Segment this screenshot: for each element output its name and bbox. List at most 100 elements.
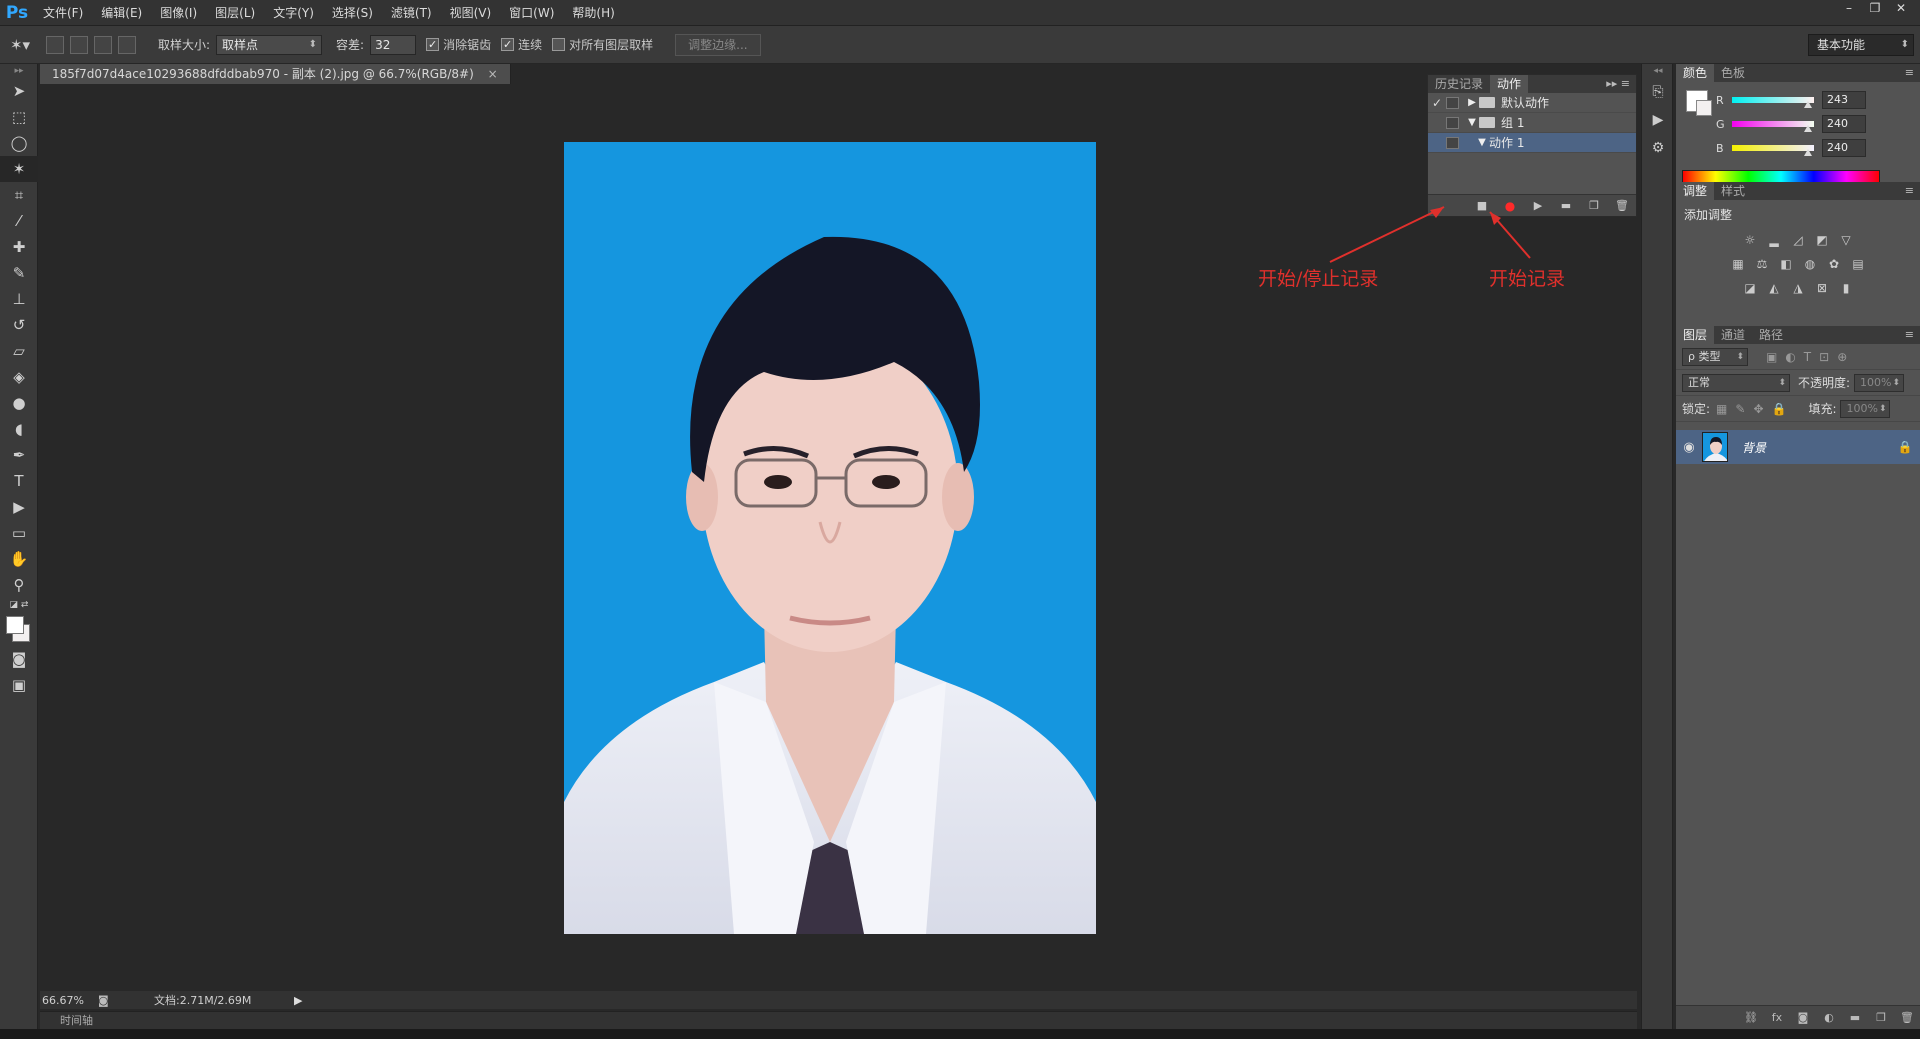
photo-filter-icon[interactable]: ◍ <box>1802 257 1818 271</box>
timeline-bar[interactable]: 时间轴 <box>40 1011 1637 1029</box>
refine-edge-button[interactable]: 调整边缘... <box>675 33 761 56</box>
menu-type[interactable]: 文字(Y) <box>264 4 323 21</box>
gradient-map-icon[interactable]: ▮ <box>1838 281 1854 295</box>
dialog-toggle[interactable] <box>1446 96 1459 109</box>
color-swatches[interactable] <box>0 612 38 646</box>
visibility-eye-icon[interactable]: ◉ <box>1676 440 1702 455</box>
selective-color-icon[interactable]: ⊠ <box>1814 281 1830 295</box>
channel-mixer-icon[interactable]: ✿ <box>1826 257 1842 271</box>
sample-size-select[interactable]: 取样点 <box>216 34 323 55</box>
record-button[interactable]: ● <box>1496 199 1524 213</box>
green-slider[interactable] <box>1732 121 1814 132</box>
tab-swatches[interactable]: 色板 <box>1714 64 1752 82</box>
menu-image[interactable]: 图像(I) <box>151 4 206 21</box>
threshold-icon[interactable]: ◮ <box>1790 281 1806 295</box>
pen-tool-icon[interactable]: ✒ <box>0 442 38 468</box>
tab-paths[interactable]: 路径 <box>1752 326 1790 344</box>
panel-menu-icon[interactable]: ≡ <box>1905 182 1914 200</box>
eyedropper-tool-icon[interactable]: ⁄ <box>0 208 38 234</box>
invert-icon[interactable]: ◪ <box>1742 281 1758 295</box>
collapse-triangle-icon[interactable]: ▼ <box>1475 137 1489 148</box>
blue-value[interactable]: 240 <box>1822 139 1866 157</box>
link-layers-icon[interactable]: ⛓ <box>1738 1011 1764 1024</box>
fill-input[interactable]: 100% <box>1840 399 1891 418</box>
brush-tool-icon[interactable]: ✎ <box>0 260 38 286</box>
layer-filter-select[interactable]: ρ 类型 <box>1682 347 1748 366</box>
zoom-level[interactable]: 66.67% <box>42 994 98 1007</box>
vibrance-icon[interactable]: ▽ <box>1838 233 1854 247</box>
dialog-toggle[interactable] <box>1446 116 1459 129</box>
new-group-icon[interactable]: ▬ <box>1842 1011 1868 1024</box>
history-brush-tool-icon[interactable]: ↺ <box>0 312 38 338</box>
layer-row-background[interactable]: ◉ 背景 🔒 <box>1676 430 1920 464</box>
exposure-icon[interactable]: ◩ <box>1814 233 1830 247</box>
foreground-color-swatch[interactable] <box>6 616 24 634</box>
minimize-button[interactable]: – <box>1836 0 1862 16</box>
red-slider[interactable] <box>1732 97 1814 108</box>
tab-layers[interactable]: 图层 <box>1676 326 1715 344</box>
collapse-grip[interactable]: ◂◂ <box>1642 64 1674 78</box>
status-menu-arrow-icon[interactable]: ▶ <box>294 994 302 1007</box>
crop-tool-icon[interactable]: ⌗ <box>0 182 38 208</box>
intersect-selection-icon[interactable] <box>118 35 136 54</box>
brightness-icon[interactable]: ☼ <box>1742 233 1758 247</box>
healing-brush-tool-icon[interactable]: ✚ <box>0 234 38 260</box>
delete-icon[interactable]: 🗑 <box>1608 199 1636 212</box>
tab-styles[interactable]: 样式 <box>1714 182 1752 200</box>
menu-edit[interactable]: 编辑(E) <box>92 4 151 21</box>
adjustment-layer-icon[interactable]: ◐ <box>1816 1011 1842 1024</box>
restore-button[interactable]: ❐ <box>1862 0 1888 16</box>
menu-view[interactable]: 视图(V) <box>441 4 501 21</box>
screen-mode-icon[interactable]: ▣ <box>0 672 38 698</box>
magic-wand-preset-icon[interactable]: ✶▾ <box>0 36 40 54</box>
status-info-icon[interactable]: ◙ <box>98 994 114 1007</box>
tab-actions[interactable]: 动作 <box>1490 75 1529 93</box>
path-selection-tool-icon[interactable]: ▶ <box>0 494 38 520</box>
type-tool-icon[interactable]: T <box>0 468 38 494</box>
eraser-tool-icon[interactable]: ▱ <box>0 338 38 364</box>
antialias-option[interactable]: ✓ 消除锯齿 <box>426 36 491 53</box>
subtract-selection-icon[interactable] <box>94 35 112 54</box>
panel-menu-icon[interactable]: ▸▸ ≡ <box>1606 75 1630 93</box>
panel-menu-icon[interactable]: ≡ <box>1905 326 1914 344</box>
collapse-triangle-icon[interactable]: ▼ <box>1465 117 1479 128</box>
blue-slider[interactable] <box>1732 145 1814 156</box>
antialias-checkbox[interactable]: ✓ <box>426 38 440 51</box>
swap-colors-icon[interactable]: ◪ ⇄ <box>0 598 38 612</box>
quick-mask-icon[interactable]: ◙ <box>0 646 38 672</box>
hue-saturation-icon[interactable]: ▦ <box>1730 257 1746 271</box>
clone-stamp-tool-icon[interactable]: ⊥ <box>0 286 38 312</box>
opacity-input[interactable]: 100% <box>1854 373 1905 392</box>
lock-options-icons[interactable]: ▦✎✥🔒 <box>1716 402 1794 416</box>
sample-all-layers-checkbox[interactable] <box>552 38 566 51</box>
expand-triangle-icon[interactable]: ▶ <box>1465 97 1479 108</box>
add-mask-icon[interactable]: ◙ <box>1790 1011 1816 1024</box>
rectangle-tool-icon[interactable]: ▭ <box>0 520 38 546</box>
menu-help[interactable]: 帮助(H) <box>563 4 623 21</box>
delete-layer-icon[interactable]: 🗑 <box>1894 1011 1920 1024</box>
hand-tool-icon[interactable]: ✋ <box>0 546 38 572</box>
id-photo-canvas[interactable] <box>564 142 1096 934</box>
filter-type-icons[interactable]: ▣◐T⊡⊕ <box>1766 350 1855 364</box>
tab-color[interactable]: 颜色 <box>1676 64 1715 82</box>
dialog-toggle[interactable] <box>1446 136 1459 149</box>
action-set-row[interactable]: ✓ ▶ 默认动作 <box>1428 93 1636 113</box>
red-value[interactable]: 243 <box>1822 91 1866 109</box>
document-tab[interactable]: 185f7d07d4ace10293688dfddbab970 - 副本 (2)… <box>40 64 511 84</box>
paint-bucket-tool-icon[interactable]: ◈ <box>0 364 38 390</box>
menu-filter[interactable]: 滤镜(T) <box>382 4 441 21</box>
black-white-icon[interactable]: ◧ <box>1778 257 1794 271</box>
blend-mode-select[interactable]: 正常 <box>1682 373 1790 392</box>
posterize-icon[interactable]: ◭ <box>1766 281 1782 295</box>
new-layer-icon[interactable]: ❐ <box>1868 1011 1894 1024</box>
actions-panel-icon[interactable]: ▶ <box>1642 106 1674 134</box>
panel-menu-icon[interactable]: ≡ <box>1905 64 1914 82</box>
tab-channels[interactable]: 通道 <box>1714 326 1752 344</box>
tab-history[interactable]: 历史记录 <box>1428 75 1490 93</box>
close-window-button[interactable]: ✕ <box>1888 0 1914 16</box>
menu-file[interactable]: 文件(F) <box>34 4 92 21</box>
green-value[interactable]: 240 <box>1822 115 1866 133</box>
toolbar-grip[interactable]: ▸▸ <box>0 64 38 78</box>
curves-icon[interactable]: ◿ <box>1790 233 1806 247</box>
levels-icon[interactable]: ▂ <box>1766 233 1782 247</box>
